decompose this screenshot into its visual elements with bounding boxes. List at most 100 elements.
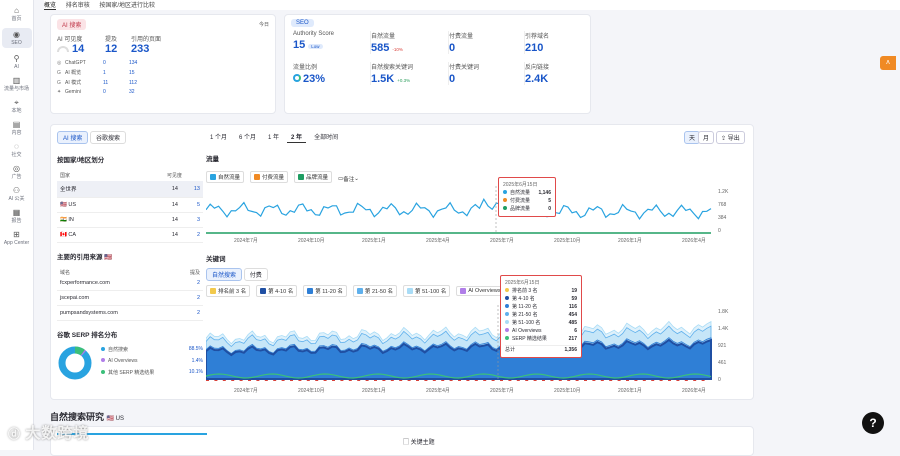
country-name: 全世界 <box>57 181 138 198</box>
help-button[interactable]: ? <box>862 412 884 434</box>
country-mentions: 5 <box>181 197 203 213</box>
platform-icon: G <box>57 79 61 86</box>
export-button[interactable]: ⇪ 导出 <box>716 131 745 144</box>
side-float-icon[interactable]: ʌ <box>880 56 896 70</box>
seo-metric-label: 自然流量 <box>371 34 396 40</box>
country-row[interactable]: 全世界 14 13 <box>57 181 203 198</box>
keyword-series-checkbox[interactable]: 第 21-50 名 <box>352 285 398 297</box>
platform-pages: 112 <box>129 79 137 86</box>
sidebar-item-label: 内容 <box>11 130 22 136</box>
keyword-series-checkbox[interactable]: 第 51-100 名 <box>403 285 451 297</box>
content-icon: ▤ <box>12 120 21 129</box>
seo-metric-label: 自然搜索关键词 <box>371 65 414 71</box>
sidebar-item-label: App Center <box>3 240 30 246</box>
main-panel: AI 搜索 谷歌搜索 按国家/地区划分 国家 可见度 全世界 14 13 🇺🇸 US 1… <box>50 124 754 400</box>
month-toggle[interactable]: 月 <box>698 131 715 144</box>
tooltip-row: 自然流量 1,146 <box>503 189 551 197</box>
keyword-series-checkbox[interactable]: 第 4-10 名 <box>256 285 298 297</box>
ai-platform-row[interactable]: ✦ Gemini 0 32 <box>57 89 269 95</box>
sidebar-item-ai-pr[interactable]: ⚇ AI 公关 <box>2 186 32 202</box>
sidebar-item-home[interactable]: ⌂ 首页 <box>2 6 32 22</box>
keyword-series-checkbox[interactable]: AI Overviews <box>456 286 505 296</box>
range-option[interactable]: 2 年 <box>287 131 307 143</box>
paid-kw-toggle[interactable]: 付费 <box>243 268 268 281</box>
keyword-x-tick: 2025年10月 <box>554 388 581 394</box>
traffic-series-checkbox[interactable]: 自然流量 <box>206 171 245 183</box>
range-option[interactable]: 1 年 <box>264 131 283 142</box>
country-row[interactable]: 🇺🇸 US 14 5 <box>57 197 203 213</box>
source-domain: fcxperformance.com <box>57 276 185 291</box>
sidebar-item-traffic[interactable]: ▥ 流量与市场 <box>2 76 32 92</box>
tab-overview[interactable]: 概览 <box>44 3 57 10</box>
tab-ranking[interactable]: 排名审核 <box>66 3 90 9</box>
keyword-series-checkbox[interactable]: 排名前 3 名 <box>206 285 251 297</box>
seo-metric[interactable]: 引荐域名 210 <box>525 31 595 54</box>
range-option[interactable]: 6 个月 <box>235 131 260 142</box>
tooltip-row: 品牌流量 0 <box>503 205 551 213</box>
ai-platform-row[interactable]: G AI 模式 11 112 <box>57 79 269 87</box>
sidebar-item-label: 广告 <box>11 174 22 180</box>
source-row[interactable]: jscepai.com 2 <box>57 290 203 306</box>
ai-pr-icon: ⚇ <box>12 186 21 195</box>
seo-metric[interactable]: 反向链接 2.4K <box>525 62 595 85</box>
traffic-tooltip: 2025年6月15日 自然流量 1,146 付费流量 5 品牌流量 0 <box>498 177 556 217</box>
ai-visibility-value[interactable]: 14 <box>72 43 84 55</box>
traffic-y-tick: 768 <box>718 202 727 208</box>
sidebar-item-app-center[interactable]: ⊞ App Center <box>2 230 32 246</box>
keyword-y-tick: 1.8K <box>718 309 729 315</box>
seo-metric[interactable]: Authority Score 15 Low <box>293 31 371 54</box>
organic-kw-toggle[interactable]: 自然搜索 <box>206 268 243 281</box>
seo-metric[interactable]: 自然搜索关键词 1.5K +0.3% <box>371 62 449 85</box>
sidebar-item-content[interactable]: ▤ 内容 <box>2 120 32 136</box>
keyword-x-tick: 2026年4月 <box>682 388 706 394</box>
seo-metric-value: 15 <box>293 39 306 51</box>
platform-icon: ◎ <box>57 60 62 66</box>
source-row[interactable]: pumpsandsystems.com 2 <box>57 305 203 321</box>
country-row[interactable]: 🇮🇳 IN 14 3 <box>57 212 203 228</box>
source-domain: jscepai.com <box>57 290 185 306</box>
report-icon: ▦ <box>12 208 21 217</box>
seo-metric[interactable]: 流量比例 23% <box>293 62 371 85</box>
mentions-value[interactable]: 12 <box>105 43 131 55</box>
ai-search-toggle[interactable]: AI 搜索 <box>57 131 89 144</box>
seo-metric-label: 流量比例 <box>293 65 318 71</box>
sidebar-item-ai[interactable]: ⚲ AI <box>2 54 32 70</box>
traffic-series-checkbox[interactable]: 品牌流量 <box>294 171 333 183</box>
sidebar-item-report[interactable]: ▦ 报告 <box>2 208 32 224</box>
ai-visibility-label: AI 可见度 <box>57 37 83 43</box>
ai-platform-row[interactable]: ◎ ChatGPT 0 134 <box>57 60 269 66</box>
sidebar-item-label: SEO <box>11 40 22 46</box>
google-search-toggle[interactable]: 谷歌搜索 <box>90 131 127 144</box>
sidebar-item-ads[interactable]: ◎ 广告 <box>2 164 32 180</box>
organic-research-card: ▢ 关键主题 <box>50 426 754 456</box>
traffic-x-tick: 2024年10月 <box>298 238 325 244</box>
social-icon: ◌ <box>14 142 19 151</box>
traffic-x-tick: 2025年1月 <box>362 238 386 244</box>
sidebar-item-local[interactable]: ⌖ 本地 <box>2 98 32 114</box>
seo-icon: ◉ <box>13 30 20 39</box>
sidebar-item-social[interactable]: ◌ 社交 <box>2 142 32 158</box>
tooltip-row: 第 4-10 名 59 <box>505 295 577 303</box>
tab-compare[interactable]: 按国家/地区进行比较 <box>99 3 155 9</box>
sidebar-item-seo[interactable]: ◉ SEO <box>1 28 32 48</box>
range-option[interactable]: 全部时间 <box>310 131 342 142</box>
keyword-y-tick: 1.4K <box>718 326 729 332</box>
cited-pages-value[interactable]: 233 <box>131 43 161 55</box>
traffic-x-tick: 2026年4月 <box>682 238 706 244</box>
seo-metric[interactable]: 自然流量 585 -10% <box>371 31 449 54</box>
source-row[interactable]: fcxperformance.com 2 <box>57 276 203 291</box>
country-visibility: 14 <box>137 197 181 213</box>
traffic-x-tick: 2025年10月 <box>554 238 581 244</box>
seo-metric[interactable]: 付费关键词 0 <box>449 62 525 85</box>
serp-legend-item: 其他 SERP 精选结果 10.1% <box>101 369 203 376</box>
seo-metric-delta: Low <box>308 44 323 49</box>
range-option[interactable]: 1 个月 <box>206 131 231 142</box>
keyword-series-checkbox[interactable]: 第 11-20 名 <box>303 285 347 297</box>
seo-metric[interactable]: 付费流量 0 <box>449 31 525 54</box>
ai-platform-row[interactable]: G AI 概览 1 15 <box>57 69 269 77</box>
traffic-series-checkbox[interactable]: 付费流量 <box>250 171 289 183</box>
traffic-chart <box>206 186 712 234</box>
local-icon: ⌖ <box>14 98 19 107</box>
notes-dropdown[interactable]: ▭ 备注 ⌄ <box>338 175 359 183</box>
country-row[interactable]: 🇨🇦 CA 14 2 <box>57 227 203 243</box>
